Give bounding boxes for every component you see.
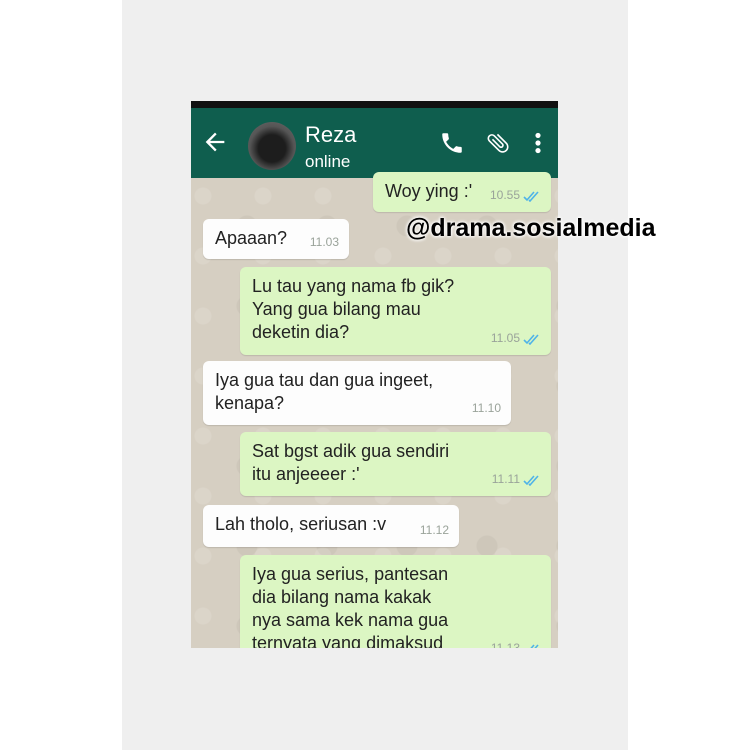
message-bubble-outgoing[interactable]: Woy ying :' 10.55 (373, 172, 551, 212)
message-bubble-outgoing[interactable]: Iya gua serius, pantesan dia bilang nama… (240, 555, 551, 648)
message-meta: 11.13 (491, 637, 541, 648)
message-text: Iya gua serius, pantesan dia bilang nama… (252, 564, 449, 648)
message-meta: 11.12 (420, 519, 449, 542)
double-check-icon (523, 190, 539, 202)
phone-screen: Reza online Woy ying :' 10.55 Apaaan? 11… (191, 101, 558, 648)
message-meta: 11.10 (472, 397, 501, 420)
message-meta: 11.05 (491, 327, 541, 350)
message-time: 10.55 (489, 188, 520, 202)
double-check-icon (523, 333, 539, 345)
status-bar (191, 101, 558, 108)
message-bubble-incoming[interactable]: Iya gua tau dan gua ingeet, kenapa? 11.1… (203, 361, 511, 425)
phone-icon[interactable] (439, 130, 465, 156)
chat-header: Reza online (191, 108, 558, 178)
contact-status: online (305, 152, 351, 171)
message-time: 11.10 (471, 401, 501, 415)
message-text: Lah tholo, seriusan :v (215, 514, 387, 534)
message-text: Iya gua tau dan gua ingeet, kenapa? (215, 370, 434, 413)
message-time: 11.13 (490, 641, 520, 648)
message-meta: 11.11 (492, 468, 541, 491)
avatar[interactable] (248, 122, 296, 170)
message-bubble-outgoing[interactable]: Lu tau yang nama fb gik? Yang gua bilang… (240, 267, 551, 355)
message-meta: 11.03 (310, 231, 339, 254)
double-check-icon (529, 643, 539, 648)
message-meta: 10.55 (490, 184, 541, 207)
message-time: 11.11 (491, 472, 520, 486)
message-time: 11.05 (490, 331, 520, 345)
message-time: 11.12 (419, 523, 449, 537)
attach-icon[interactable] (485, 130, 511, 156)
message-list[interactable]: Woy ying :' 10.55 Apaaan? 11.03 Lu tau y… (191, 172, 558, 648)
message-bubble-outgoing[interactable]: Sat bgst adik gua sendiri itu anjeeeer :… (240, 432, 551, 496)
message-bubble-incoming[interactable]: Lah tholo, seriusan :v 11.12 (203, 505, 459, 547)
double-check-icon (523, 474, 539, 486)
message-bubble-incoming[interactable]: Apaaan? 11.03 (203, 219, 349, 259)
watermark-text: @drama.sosialmedia (406, 214, 656, 242)
back-arrow-icon[interactable] (201, 128, 229, 156)
contact-name[interactable]: Reza (305, 122, 356, 148)
more-vert-icon[interactable] (531, 130, 545, 156)
message-time: 11.03 (309, 235, 339, 249)
